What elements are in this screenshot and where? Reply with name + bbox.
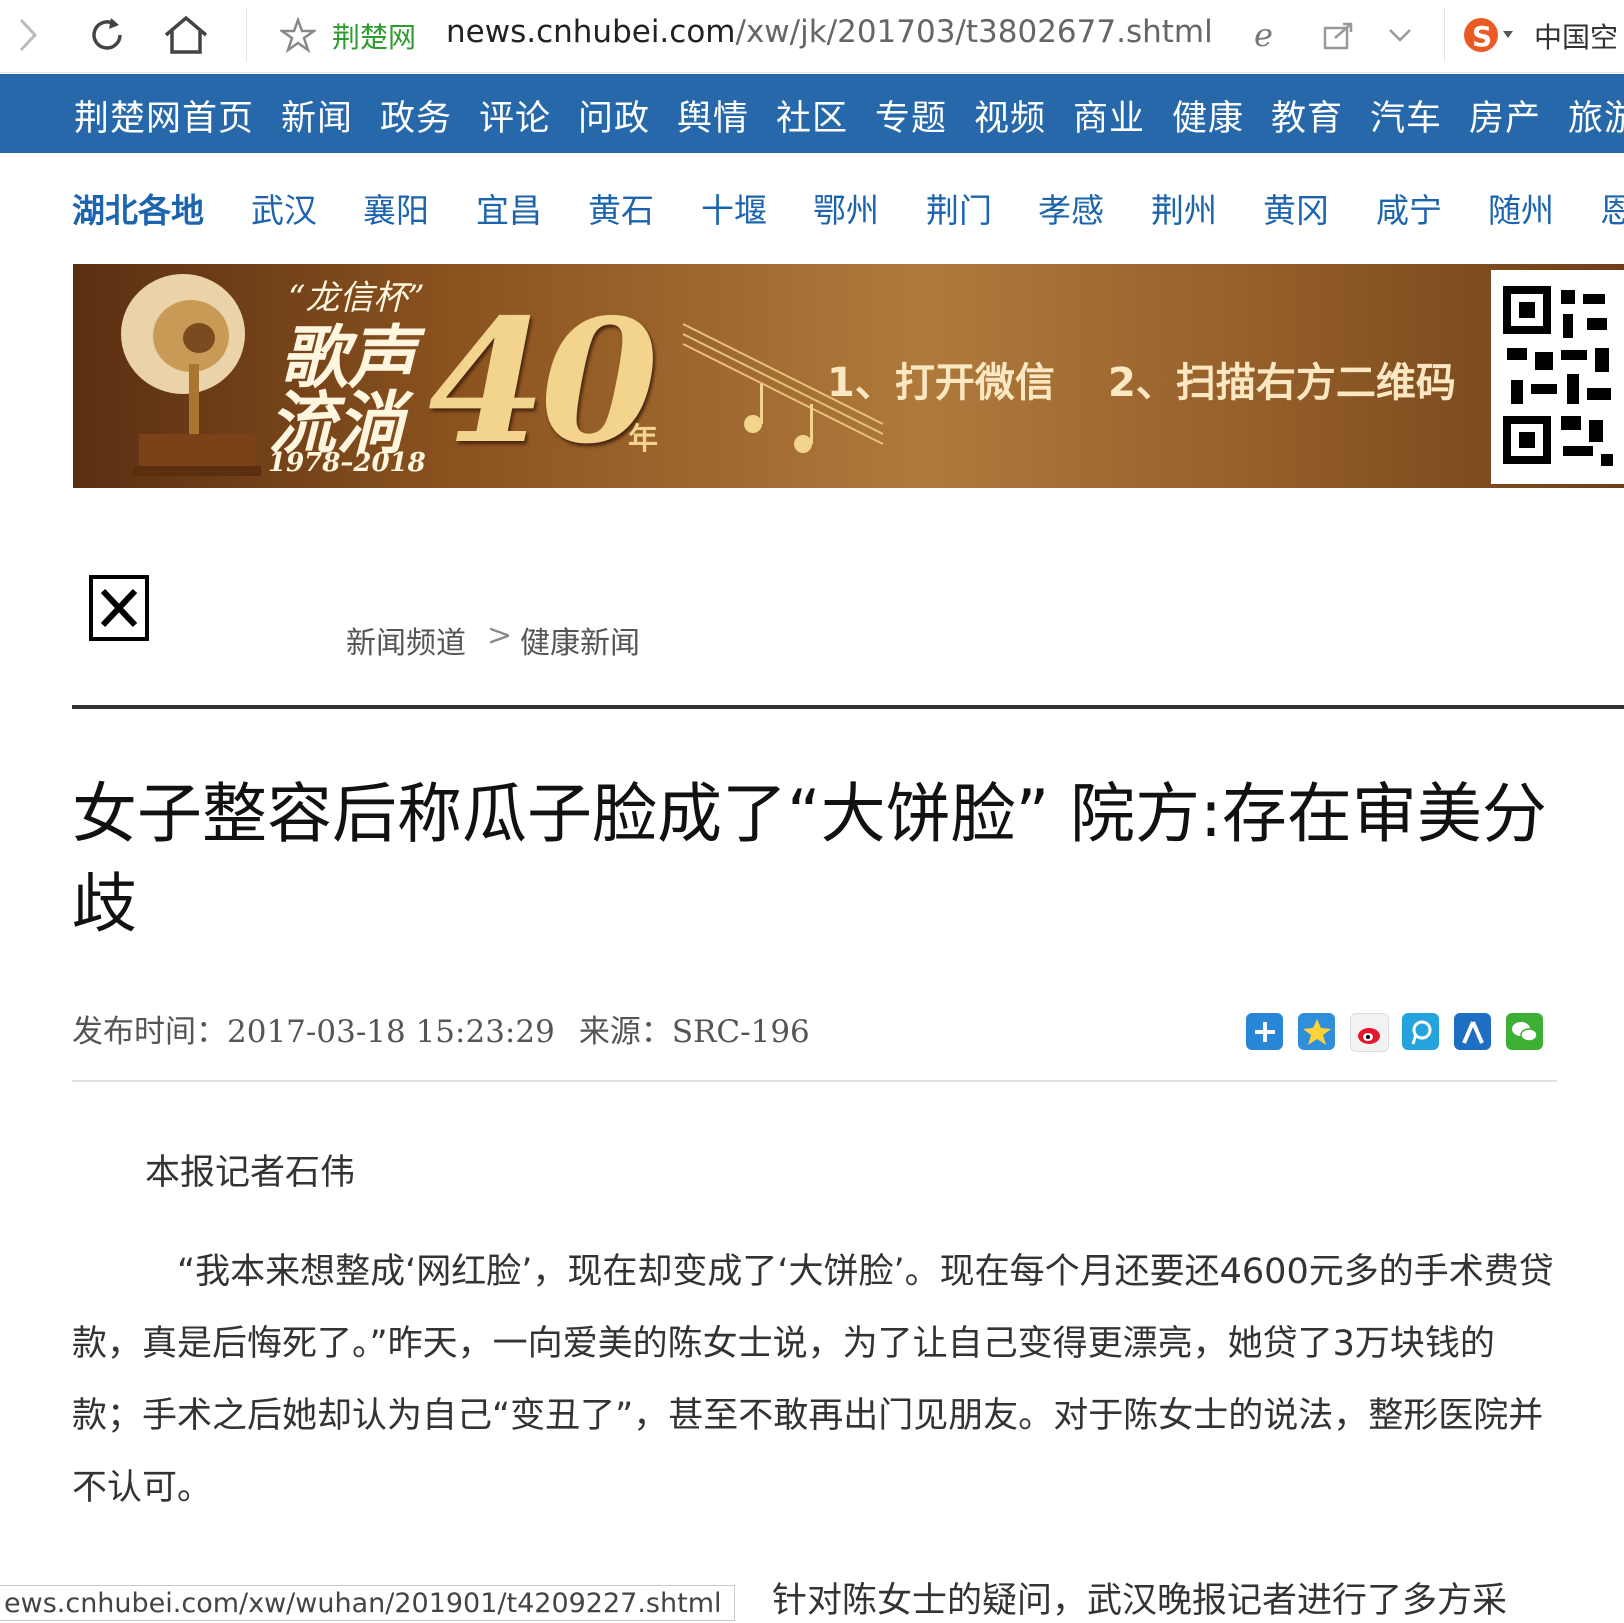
close-icon[interactable]	[89, 575, 149, 641]
banner-ad[interactable]: “龙信杯” 歌声 流淌 1978–2018 40 年 1、打开微信 2、扫描右方…	[73, 264, 1624, 488]
header-divider	[72, 705, 1624, 709]
nav-comment[interactable]: 评论	[479, 90, 551, 141]
nav-travel[interactable]: 旅游	[1568, 90, 1624, 141]
region-nav-title: 湖北各地	[72, 191, 204, 230]
nav-business[interactable]: 商业	[1073, 90, 1145, 141]
tencent-icon[interactable]	[1402, 1013, 1439, 1050]
site-name: 荆楚网	[332, 21, 417, 54]
nav-house[interactable]: 房产	[1469, 90, 1541, 141]
region-suizhou[interactable]: 随州	[1488, 184, 1554, 232]
url-path: /xw/jk/201703/t3802677.shtml	[735, 14, 1213, 50]
source-value: SRC-196	[671, 1014, 810, 1050]
banner-forty: 40	[428, 282, 659, 482]
forward-icon[interactable]	[8, 12, 48, 58]
ie-compat-icon[interactable]: e	[1248, 12, 1288, 58]
region-ezhou[interactable]: 鄂州	[813, 184, 879, 232]
sogou-search-icon[interactable]: S	[1460, 12, 1520, 58]
region-yichang[interactable]: 宜昌	[476, 184, 542, 232]
main-nav: 荆楚网首页 新闻 政务 评论 问政 舆情 社区 专题 视频 商业 健康 教育 汽…	[0, 74, 1624, 153]
breadcrumb-channel[interactable]: 新闻频道	[346, 618, 466, 662]
svg-text:e: e	[1254, 18, 1273, 52]
nav-government[interactable]: 政务	[380, 90, 452, 141]
address-bar[interactable]: news.cnhubei.com/xw/jk/201703/t3802677.s…	[446, 14, 1213, 50]
renren-icon[interactable]	[1454, 1013, 1491, 1050]
qr-code-image	[1491, 270, 1624, 484]
share-page-icon[interactable]	[1318, 12, 1358, 58]
publish-label: 发布时间：	[72, 1014, 227, 1050]
nav-auto[interactable]: 汽车	[1370, 90, 1442, 141]
region-enshi[interactable]: 恩	[1600, 184, 1624, 232]
nav-wenzheng[interactable]: 问政	[578, 90, 650, 141]
breadcrumb-separator: >	[487, 618, 513, 653]
banner-years: 1978–2018	[268, 448, 426, 478]
nav-home[interactable]: 荆楚网首页	[74, 90, 254, 141]
status-bar-link: ews.cnhubei.com/xw/wuhan/201901/t4209227…	[0, 1585, 735, 1621]
browser-toolbar: 荆楚网 news.cnhubei.com/xw/jk/201703/t38026…	[0, 0, 1624, 73]
article-paragraph: “我本来想整成‘网红脸’，现在却变成了‘大饼脸’。现在每个月还要还4600元多的…	[72, 1252, 1554, 1508]
article-paragraph-partial: 针对陈女士的疑问，武汉晚报记者进行了多方采	[772, 1581, 1508, 1621]
nav-health[interactable]: 健康	[1172, 90, 1244, 141]
region-huanggang[interactable]: 黄冈	[1263, 184, 1329, 232]
nav-community[interactable]: 社区	[776, 90, 848, 141]
publish-time: 2017-03-18 15:23:29	[227, 1014, 555, 1050]
banner-step-2: 2、扫描右方二维码	[1108, 360, 1456, 406]
breadcrumb-section[interactable]: 健康新闻	[520, 618, 640, 662]
toolbar-separator	[1444, 8, 1445, 62]
region-wuhan[interactable]: 武汉	[251, 184, 317, 232]
article-meta: 发布时间：2017-03-18 15:23:29 来源：SRC-196	[72, 1006, 810, 1051]
source-label: 来源：	[578, 1014, 672, 1050]
refresh-icon[interactable]	[82, 12, 132, 58]
search-box-text[interactable]: 中国空	[1534, 16, 1618, 56]
region-xiangyang[interactable]: 襄阳	[363, 184, 429, 232]
meta-divider	[72, 1080, 1557, 1082]
url-host: news.cnhubei.com	[446, 14, 736, 50]
region-jingmen[interactable]: 荆门	[926, 184, 992, 232]
region-jingzhou[interactable]: 荆州	[1151, 184, 1217, 232]
qzone-icon[interactable]	[1298, 1013, 1335, 1050]
nav-education[interactable]: 教育	[1271, 90, 1343, 141]
region-huangshi[interactable]: 黄石	[588, 184, 654, 232]
nav-video[interactable]: 视频	[974, 90, 1046, 141]
banner-step-1: 1、打开微信	[827, 360, 1055, 406]
share-plus-icon[interactable]	[1246, 1013, 1283, 1050]
wechat-icon[interactable]	[1506, 1013, 1543, 1050]
chevron-down-icon[interactable]	[1380, 12, 1420, 58]
bookmark-star-icon[interactable]	[276, 12, 320, 58]
region-xianning[interactable]: 咸宁	[1376, 184, 1442, 232]
article-byline: 本报记者石伟	[145, 1153, 356, 1193]
gramophone-icon	[121, 274, 261, 476]
nav-news[interactable]: 新闻	[281, 90, 353, 141]
region-shiyan[interactable]: 十堰	[701, 184, 767, 232]
banner-nian: 年	[628, 422, 658, 457]
toolbar-separator	[246, 8, 247, 62]
weibo-icon[interactable]	[1350, 1013, 1389, 1052]
region-xiaogan[interactable]: 孝感	[1038, 184, 1104, 232]
svg-text:S: S	[1472, 20, 1492, 53]
nav-special[interactable]: 专题	[875, 90, 947, 141]
article-title: 女子整容后称瓜子脸成了“大饼脸” 院方:存在审美分歧	[72, 777, 1547, 942]
nav-yuqing[interactable]: 舆情	[677, 90, 749, 141]
home-icon[interactable]	[160, 12, 212, 58]
